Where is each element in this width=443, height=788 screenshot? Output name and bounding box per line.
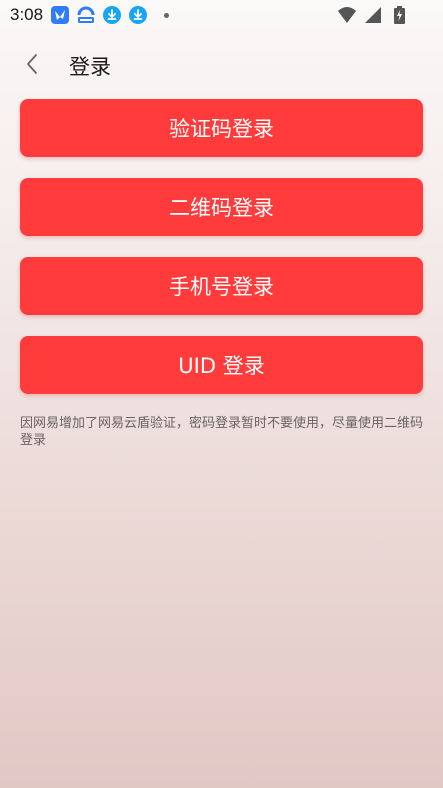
back-button[interactable] (18, 50, 46, 78)
uid-login-button[interactable]: UID 登录 (20, 336, 423, 394)
cell-signal-icon (363, 5, 383, 25)
header: 登录 (0, 44, 443, 86)
wifi-icon (337, 5, 357, 25)
button-label: 二维码登录 (169, 196, 274, 220)
phone-login-button[interactable]: 手机号登录 (20, 257, 423, 315)
status-time: 3:08 (10, 5, 44, 24)
qr-code-login-button[interactable]: 二维码登录 (20, 178, 423, 236)
baidu-netdisk-icon (76, 5, 96, 25)
bird-app-icon (50, 5, 70, 25)
verification-code-login-button[interactable]: 验证码登录 (20, 99, 423, 157)
page-title: 登录 (69, 55, 111, 79)
button-label: 手机号登录 (169, 275, 274, 299)
notification-icons (50, 5, 169, 25)
login-hint-text: 因网易增加了网易云盾验证，密码登录暂时不要使用，尽量使用二维码登录 (20, 416, 424, 448)
status-bar: 3:08 (0, 0, 443, 30)
more-notifications-dot (164, 12, 169, 18)
system-icons (337, 5, 409, 25)
download-icon (102, 5, 122, 25)
button-label: 验证码登录 (169, 117, 274, 141)
button-label: UID 登录 (178, 354, 265, 378)
battery-charging-icon (389, 5, 409, 25)
chevron-left-icon (27, 54, 37, 74)
download-icon (128, 5, 148, 25)
